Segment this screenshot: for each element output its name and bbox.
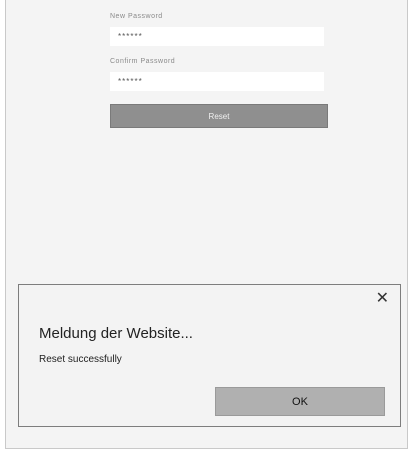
new-password-label: New Password: [110, 13, 163, 20]
confirm-password-field[interactable]: [110, 72, 324, 91]
new-password-field[interactable]: [110, 27, 324, 46]
confirm-password-label: Confirm Password: [110, 58, 176, 65]
alert-dialog: ✕ Meldung der Website... Reset successfu…: [18, 284, 401, 427]
confirm-password-group: Confirm Password: [110, 57, 328, 91]
close-icon[interactable]: ✕: [376, 291, 389, 307]
dialog-message: Reset successfully: [39, 354, 122, 365]
reset-button[interactable]: Reset: [110, 104, 328, 128]
dialog-title: Meldung der Website...: [39, 325, 193, 342]
password-reset-form: New Password Confirm Password Reset: [110, 12, 328, 128]
new-password-group: New Password: [110, 12, 328, 46]
ok-button[interactable]: OK: [215, 387, 385, 416]
